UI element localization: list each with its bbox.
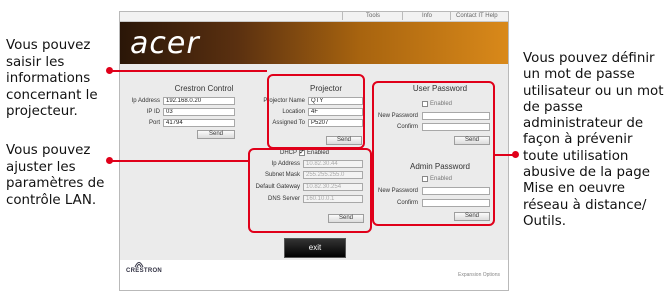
top-nav: Tools Info Contact IT Help (120, 12, 508, 22)
header-banner: acer (120, 22, 508, 64)
annotation-lan-settings: Vous pouvez ajuster les paramètres de co… (6, 143, 105, 208)
nav-tools[interactable]: Tools (366, 13, 380, 19)
connector-line-projector (110, 70, 267, 72)
crestron-send-button[interactable]: Send (197, 130, 235, 139)
highlight-password-box (372, 81, 495, 226)
crestron-logo: CRESTRON (126, 268, 163, 274)
nav-info[interactable]: Info (422, 13, 432, 19)
connector-line-password (495, 154, 513, 156)
expansion-options-link[interactable]: Expansion Options (458, 272, 500, 278)
annotation-passwords: Vous pouvez définir un mot de passe util… (523, 51, 664, 229)
highlight-lan-box (248, 148, 372, 233)
exit-button[interactable]: exit (284, 238, 346, 258)
crestron-ip-input[interactable]: 192.168.0.20 (163, 97, 235, 105)
crestron-port-input[interactable]: 41794 (163, 119, 235, 127)
acer-logo: acer (130, 26, 200, 61)
crestron-title: Crestron Control (174, 84, 234, 93)
footer: CRESTRON Expansion Options (120, 260, 508, 290)
crestron-logo-icon (134, 262, 144, 268)
crestron-ipid-input[interactable]: 03 (163, 108, 235, 116)
crestron-ip-label: Ip Address (131, 98, 160, 104)
crestron-ipid-label: IP ID (146, 109, 160, 115)
annotation-projector-info: Vous pouvez saisir les informations conc… (6, 38, 98, 120)
nav-contact-it-help[interactable]: Contact IT Help (456, 13, 498, 19)
highlight-projector-box (267, 74, 365, 149)
connector-line-lan (110, 160, 248, 162)
crestron-port-label: Port (148, 120, 160, 126)
connector-dot-password (512, 151, 519, 158)
